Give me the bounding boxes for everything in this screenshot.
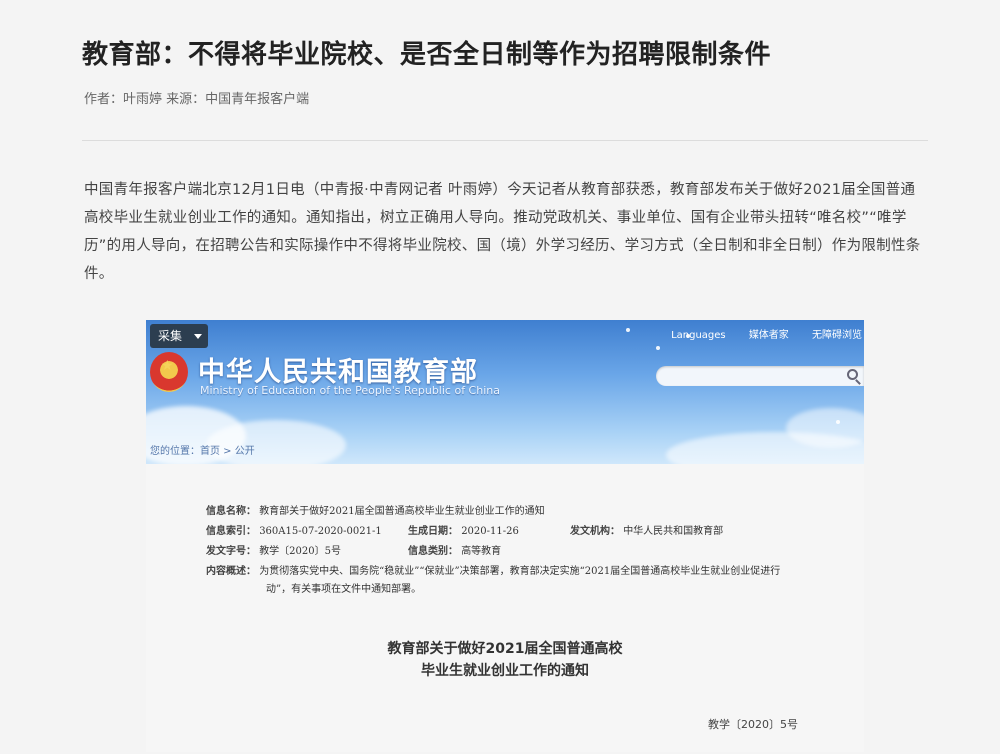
caret-down-icon: [194, 334, 202, 339]
link-accessibility[interactable]: 无障碍浏览: [812, 330, 862, 341]
document-info: 信息名称： 教育部关于做好2021届全国普通高校毕业生就业创业工作的通知 信息索…: [146, 464, 864, 752]
info-summary-row: 内容概述： 为贯彻落实党中央、国务院“稳就业”“保就业”决策部署，教育部决定实施…: [206, 562, 780, 577]
embedded-screenshot: 采集 中华人民共和国教育部 Ministry of Education of t…: [146, 320, 864, 752]
ministry-banner: 采集 中华人民共和国教育部 Ministry of Education of t…: [146, 320, 864, 464]
info-label: 内容概述：: [206, 566, 256, 577]
info-label: 信息索引：: [206, 526, 256, 537]
sparkle-decoration: [836, 420, 840, 424]
info-value: 360A15-07-2020-0021-1: [259, 526, 382, 537]
info-label: 发文机构：: [570, 526, 620, 537]
article-body: 中国青年报客户端北京12月1日电（中青报·中青网记者 叶雨婷）今天记者从教育部获…: [84, 182, 921, 282]
info-name-row: 信息名称： 教育部关于做好2021届全国普通高校毕业生就业创业工作的通知: [206, 502, 545, 517]
sparkle-decoration: [656, 346, 660, 350]
doc-title-line-2: 毕业生就业创业工作的通知: [421, 663, 589, 679]
top-links: Languages 媒体者家 无障碍浏览: [651, 326, 862, 341]
info-value: 教学〔2020〕5号: [259, 546, 341, 557]
info-label: 信息名称：: [206, 506, 256, 517]
info-index-row: 信息索引： 360A15-07-2020-0021-1: [206, 522, 382, 537]
ministry-name-en: Ministry of Education of the People's Re…: [200, 384, 500, 397]
link-media[interactable]: 媒体者家: [749, 330, 789, 341]
article-title: 教育部：不得将毕业院校、是否全日制等作为招聘限制条件: [82, 40, 772, 70]
info-value: 高等教育: [461, 546, 502, 557]
info-label: 发文字号：: [206, 546, 256, 557]
info-value: 动”，有关事项在文件中通知部署。: [266, 584, 422, 595]
collect-button-label: 采集: [158, 329, 183, 343]
article-byline: 作者：叶雨婷 来源：中国青年报客户端: [84, 92, 310, 107]
info-label: 生成日期：: [408, 526, 458, 537]
sparkle-decoration: [626, 328, 630, 332]
national-emblem-icon: [150, 352, 188, 392]
info-value: 2020-11-26: [461, 526, 519, 537]
info-org-row: 发文机构： 中华人民共和国教育部: [570, 522, 723, 537]
doc-title-line-1: 教育部关于做好2021届全国普通高校: [387, 641, 623, 657]
search-icon[interactable]: [847, 369, 858, 380]
search-input[interactable]: [656, 366, 864, 386]
doc-number: 教学〔2020〕5号: [708, 718, 798, 731]
info-category-row: 信息类别： 高等教育: [408, 542, 501, 557]
divider: [82, 140, 928, 141]
info-label: 信息类别：: [408, 546, 458, 557]
info-summary-row-2: 动”，有关事项在文件中通知部署。: [266, 580, 421, 595]
info-value: 教育部关于做好2021届全国普通高校毕业生就业创业工作的通知: [259, 506, 545, 517]
info-value: 为贯彻落实党中央、国务院“稳就业”“保就业”决策部署，教育部决定实施“2021届…: [259, 566, 781, 577]
article-page: 教育部：不得将毕业院校、是否全日制等作为招聘限制条件 作者：叶雨婷 来源：中国青…: [0, 0, 1000, 754]
info-date-row: 生成日期： 2020-11-26: [408, 522, 519, 537]
breadcrumb: 您的位置：首页 > 公开: [150, 446, 255, 457]
collect-button[interactable]: 采集: [150, 324, 208, 348]
info-docno-row: 发文字号： 教学〔2020〕5号: [206, 542, 341, 557]
info-value: 中华人民共和国教育部: [623, 526, 724, 537]
link-languages[interactable]: Languages: [671, 330, 726, 341]
